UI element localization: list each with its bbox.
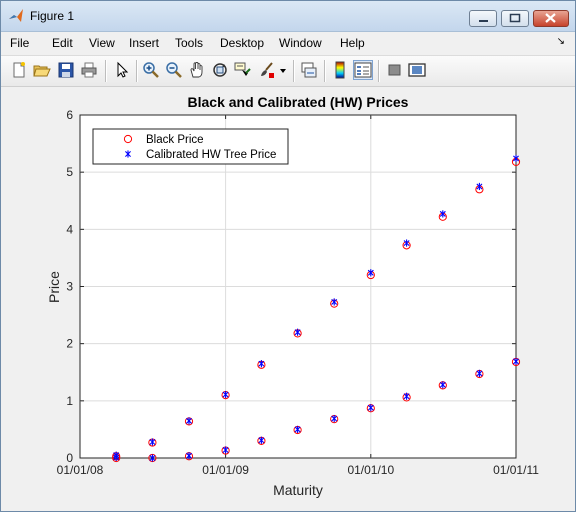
maximize-icon xyxy=(509,13,521,23)
figure-canvas[interactable]: 01/01/08 01/01/09 01/01/10 01/01/11 0 1 2 3 4 5 6 … xyxy=(7,87,569,505)
data-cursor-icon xyxy=(234,62,251,76)
x-axis-label: Maturity xyxy=(273,482,323,498)
new-figure-icon xyxy=(13,62,25,78)
colorbar-icon xyxy=(335,61,345,79)
data-cursor-button[interactable] xyxy=(234,61,252,79)
open-file-button[interactable] xyxy=(33,61,51,79)
hide-plot-tools-button[interactable] xyxy=(386,61,404,79)
zoom-out-button[interactable] xyxy=(165,61,183,79)
new-figure-button[interactable] xyxy=(10,61,28,79)
menu-tools[interactable]: Tools xyxy=(175,36,203,50)
toolbar-separator xyxy=(324,60,326,82)
link-plot-button[interactable] xyxy=(300,61,318,79)
x-tick-label: 01/01/10 xyxy=(347,463,394,477)
open-file-icon xyxy=(33,65,51,77)
menu-bar: File Edit View Insert Tools Desktop Wind… xyxy=(1,32,575,54)
maximize-button[interactable] xyxy=(501,10,529,27)
zoom-in-button[interactable] xyxy=(142,61,160,79)
menu-desktop[interactable]: Desktop xyxy=(220,36,264,50)
figure-toolbar xyxy=(1,55,575,87)
menu-insert[interactable]: Insert xyxy=(129,36,159,50)
y-tick-label: 1 xyxy=(66,394,73,408)
hide-plot-tools-icon xyxy=(388,64,401,76)
toolbar-separator xyxy=(105,60,107,82)
pan-button[interactable] xyxy=(188,61,206,79)
save-icon xyxy=(58,62,74,78)
chart-svg: 01/01/08 01/01/09 01/01/10 01/01/110123456 … xyxy=(46,94,539,498)
zoom-out-icon xyxy=(166,62,182,78)
figure-window: Figure 1 File Edit View Insert Tools Des… xyxy=(0,0,576,512)
show-plot-tools-button[interactable] xyxy=(408,61,426,79)
menu-help[interactable]: Help xyxy=(340,36,365,50)
brush-icon xyxy=(261,62,274,78)
legend[interactable]: Black Price Calibrated HW Tree Price xyxy=(92,128,289,165)
menu-window[interactable]: Window xyxy=(279,36,322,50)
close-button[interactable] xyxy=(533,10,569,27)
minimize-icon xyxy=(479,20,488,22)
y-tick-label: 0 xyxy=(66,451,73,465)
y-axis-label: Price xyxy=(46,271,62,303)
minimize-button[interactable] xyxy=(469,10,497,27)
edit-plot-arrow-icon xyxy=(117,61,129,78)
toolbar-separator xyxy=(136,60,138,82)
close-icon xyxy=(545,13,556,23)
menu-edit[interactable]: Edit xyxy=(52,36,73,50)
legend-button[interactable] xyxy=(353,60,373,80)
title-bar[interactable]: Figure 1 xyxy=(1,1,575,32)
show-plot-tools-icon xyxy=(408,63,426,77)
toolbar-separator xyxy=(293,60,295,82)
y-tick-label: 2 xyxy=(66,337,73,351)
window-title: Figure 1 xyxy=(30,9,75,23)
x-tick-label: 01/01/11 xyxy=(493,463,539,477)
chart-title: Black and Calibrated (HW) Prices xyxy=(188,94,409,110)
brush-button[interactable] xyxy=(258,61,276,79)
rotate-3d-icon xyxy=(213,63,227,77)
y-tick-label: 3 xyxy=(66,280,73,294)
legend-label-black-price: Black Price xyxy=(146,134,204,146)
edit-plot-button[interactable] xyxy=(113,61,131,79)
zoom-in-icon xyxy=(143,62,159,78)
matlab-logo-icon xyxy=(9,9,23,22)
print-icon xyxy=(81,62,97,78)
brush-dropdown-icon[interactable] xyxy=(279,68,287,74)
menu-file[interactable]: File xyxy=(10,36,29,50)
x-tick-label: 01/01/09 xyxy=(202,463,249,477)
y-tick-label: 4 xyxy=(66,222,73,236)
y-tick-label: 5 xyxy=(66,165,73,179)
menu-view[interactable]: View xyxy=(89,36,115,50)
x-tick-label: 01/01/08 xyxy=(57,463,104,477)
legend-label-calibrated-hw: Calibrated HW Tree Price xyxy=(146,149,276,161)
legend-icon xyxy=(354,62,372,78)
colorbar-button[interactable] xyxy=(331,61,349,79)
rotate-3d-button[interactable] xyxy=(211,61,229,79)
save-button[interactable] xyxy=(57,61,75,79)
pan-hand-icon xyxy=(190,62,203,78)
dock-arrow-icon[interactable]: ↘ xyxy=(557,36,565,47)
print-button[interactable] xyxy=(80,61,98,79)
link-plot-icon xyxy=(301,62,317,78)
y-tick-label: 6 xyxy=(66,108,73,122)
toolbar-separator xyxy=(378,60,380,82)
